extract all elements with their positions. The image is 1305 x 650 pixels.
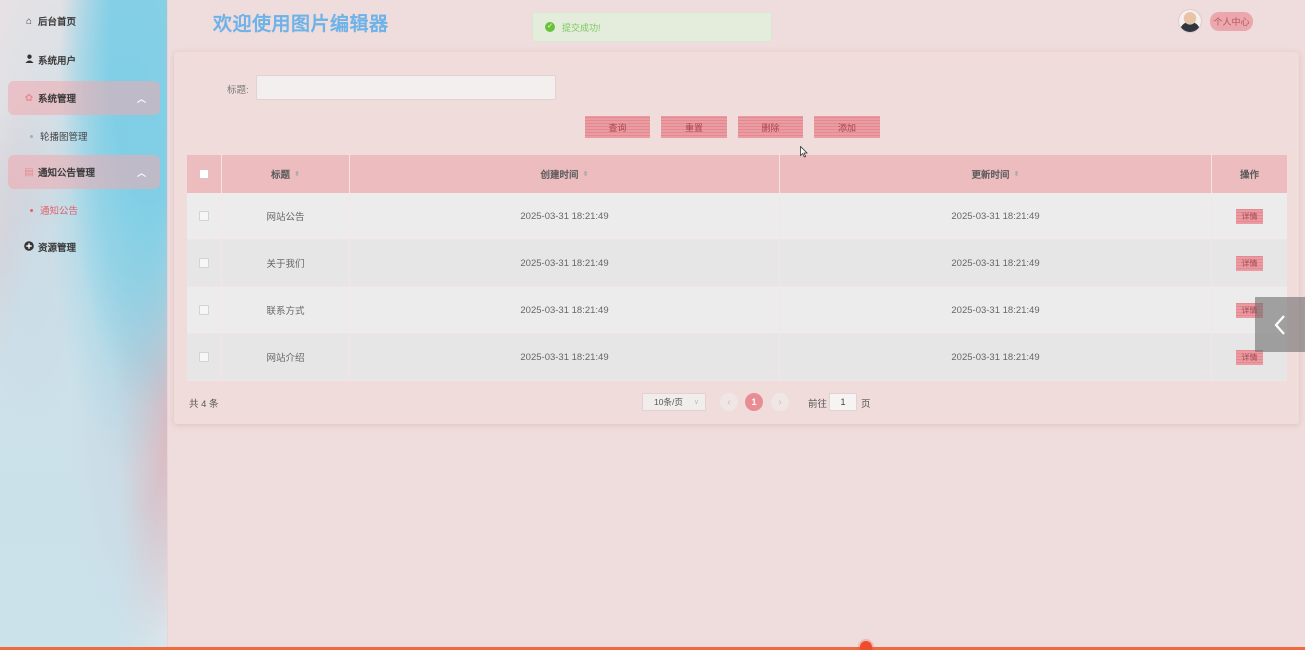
table-row: 网站介绍 2025-03-31 18:21:49 2025-03-31 18:2… xyxy=(187,334,1287,381)
query-button[interactable]: 查询 xyxy=(585,116,650,138)
header-checkbox-cell xyxy=(187,155,222,193)
sidebar-item-label: 通知公告管理 xyxy=(38,168,96,179)
page-size-select[interactable]: 10条/页 ∨ xyxy=(642,393,706,411)
sidebar-item-dashboard[interactable]: ⌂ 后台首页 xyxy=(8,4,160,38)
reset-button[interactable]: 重置 xyxy=(661,116,727,138)
user-icon xyxy=(22,54,36,66)
delete-button[interactable]: 删除 xyxy=(738,116,803,138)
cell-created: 2025-03-31 18:21:49 xyxy=(350,334,780,380)
cell-actions: 详情 xyxy=(1212,240,1287,286)
chevron-down-icon: ∨ xyxy=(693,399,699,406)
search-label: 标题: xyxy=(227,85,249,96)
cell-actions: 详情 xyxy=(1212,193,1287,239)
sidebar-item-system-users[interactable]: 系统用户 xyxy=(8,43,160,77)
cell-created: 2025-03-31 18:21:49 xyxy=(350,240,780,286)
sort-icon[interactable]: ⬍ xyxy=(1014,170,1020,178)
bullet-icon xyxy=(30,208,33,212)
sidebar-item-label: 系统用户 xyxy=(38,56,77,67)
sort-icon[interactable]: ⬍ xyxy=(294,170,300,178)
sidebar-item-label: 系统管理 xyxy=(38,94,77,105)
profile-button[interactable]: 个人中心 xyxy=(1210,12,1253,31)
sidebar-item-resource-management[interactable]: 资源管理 xyxy=(8,230,160,264)
home-icon: ⌂ xyxy=(25,15,33,27)
select-all-checkbox[interactable] xyxy=(199,169,209,179)
cell-updated: 2025-03-31 18:21:49 xyxy=(780,287,1212,333)
chevron-right-icon: › xyxy=(778,396,782,408)
cell-title: 关于我们 xyxy=(222,240,350,286)
add-button[interactable]: 添加 xyxy=(814,116,880,138)
progress-handle[interactable] xyxy=(860,641,872,650)
gear-icon: ✿ xyxy=(24,92,34,104)
chevron-up-icon: ︿ xyxy=(136,168,146,178)
success-toast: ✓ 提交成功! xyxy=(532,12,772,42)
cell-updated: 2025-03-31 18:21:49 xyxy=(780,240,1212,286)
row-checkbox[interactable] xyxy=(199,258,209,268)
row-checkbox[interactable] xyxy=(199,352,209,362)
sidebar-item-label: 后台首页 xyxy=(38,17,77,28)
mouse-cursor-icon xyxy=(800,145,808,161)
column-header-label: 更新时间 xyxy=(971,170,1010,181)
notice-table: 标题 ⬍ 创建时间 ⬍ 更新时间 ⬍ 操作 网站公告 2025-03-31 18… xyxy=(187,155,1287,381)
sidebar-item-notices[interactable]: 通知公告 xyxy=(30,198,160,222)
sort-icon[interactable]: ⬍ xyxy=(583,170,589,178)
prev-page-button[interactable]: ‹ xyxy=(720,393,738,411)
sidebar-item-label: 通知公告 xyxy=(40,206,79,217)
column-header-updated[interactable]: 更新时间 ⬍ xyxy=(780,155,1212,193)
cell-created: 2025-03-31 18:21:49 xyxy=(350,193,780,239)
collapse-panel-button[interactable] xyxy=(1255,297,1305,352)
toast-message: 提交成功! xyxy=(562,22,601,33)
column-header-actions: 操作 xyxy=(1212,155,1287,193)
sidebar: ⌂ 后台首页 系统用户 ✿ 系统管理 ︿ 轮播图管理 ▤ 通知公告管理 ︿ 通知… xyxy=(0,0,168,650)
cell-updated: 2025-03-31 18:21:49 xyxy=(780,193,1212,239)
detail-button[interactable]: 详情 xyxy=(1236,255,1263,271)
cell-created: 2025-03-31 18:21:49 xyxy=(350,287,780,333)
cell-title: 联系方式 xyxy=(222,287,350,333)
page-title: 欢迎使用图片编辑器 xyxy=(213,14,389,35)
column-header-created[interactable]: 创建时间 ⬍ xyxy=(350,155,780,193)
goto-page-input[interactable] xyxy=(829,393,857,411)
column-header-label: 操作 xyxy=(1239,170,1259,181)
row-checkbox-cell xyxy=(187,287,222,333)
row-checkbox[interactable] xyxy=(199,211,209,221)
title-search-input[interactable] xyxy=(256,75,556,100)
goto-suffix: 页 xyxy=(861,399,871,410)
column-header-label: 标题 xyxy=(271,170,291,181)
detail-button[interactable]: 详情 xyxy=(1236,208,1263,224)
table-row: 联系方式 2025-03-31 18:21:49 2025-03-31 18:2… xyxy=(187,287,1287,334)
cell-title: 网站介绍 xyxy=(222,334,350,380)
column-header-label: 创建时间 xyxy=(540,170,579,181)
sidebar-item-system-management[interactable]: ✿ 系统管理 ︿ xyxy=(8,81,160,115)
row-checkbox-cell xyxy=(187,193,222,239)
sidebar-item-notice-management[interactable]: ▤ 通知公告管理 ︿ xyxy=(8,155,160,189)
page-number-current[interactable]: 1 xyxy=(745,393,763,411)
plus-circle-icon xyxy=(22,240,36,254)
avatar[interactable] xyxy=(1178,9,1202,33)
row-checkbox-cell xyxy=(187,240,222,286)
column-header-title[interactable]: 标题 ⬍ xyxy=(222,155,350,193)
table-row: 网站公告 2025-03-31 18:21:49 2025-03-31 18:2… xyxy=(187,193,1287,240)
check-circle-icon: ✓ xyxy=(545,22,555,32)
table-row: 关于我们 2025-03-31 18:21:49 2025-03-31 18:2… xyxy=(187,240,1287,287)
sidebar-item-label: 资源管理 xyxy=(38,243,77,254)
chevron-left-icon xyxy=(1274,314,1285,335)
row-checkbox-cell xyxy=(187,334,222,380)
bullet-icon xyxy=(30,134,33,138)
chevron-up-icon: ︿ xyxy=(136,94,146,104)
sidebar-item-carousel-management[interactable]: 轮播图管理 xyxy=(30,124,160,148)
goto-label: 前往 xyxy=(808,399,828,410)
row-checkbox[interactable] xyxy=(199,305,209,315)
document-icon: ▤ xyxy=(24,166,34,178)
next-page-button[interactable]: › xyxy=(771,393,789,411)
chevron-left-icon: ‹ xyxy=(727,396,731,408)
sidebar-item-label: 轮播图管理 xyxy=(40,132,88,143)
cell-title: 网站公告 xyxy=(222,193,350,239)
total-count: 共 4 条 xyxy=(189,399,219,410)
table-header: 标题 ⬍ 创建时间 ⬍ 更新时间 ⬍ 操作 xyxy=(187,155,1287,193)
page-size-value: 10条/页 xyxy=(654,397,683,407)
cell-updated: 2025-03-31 18:21:49 xyxy=(780,334,1212,380)
